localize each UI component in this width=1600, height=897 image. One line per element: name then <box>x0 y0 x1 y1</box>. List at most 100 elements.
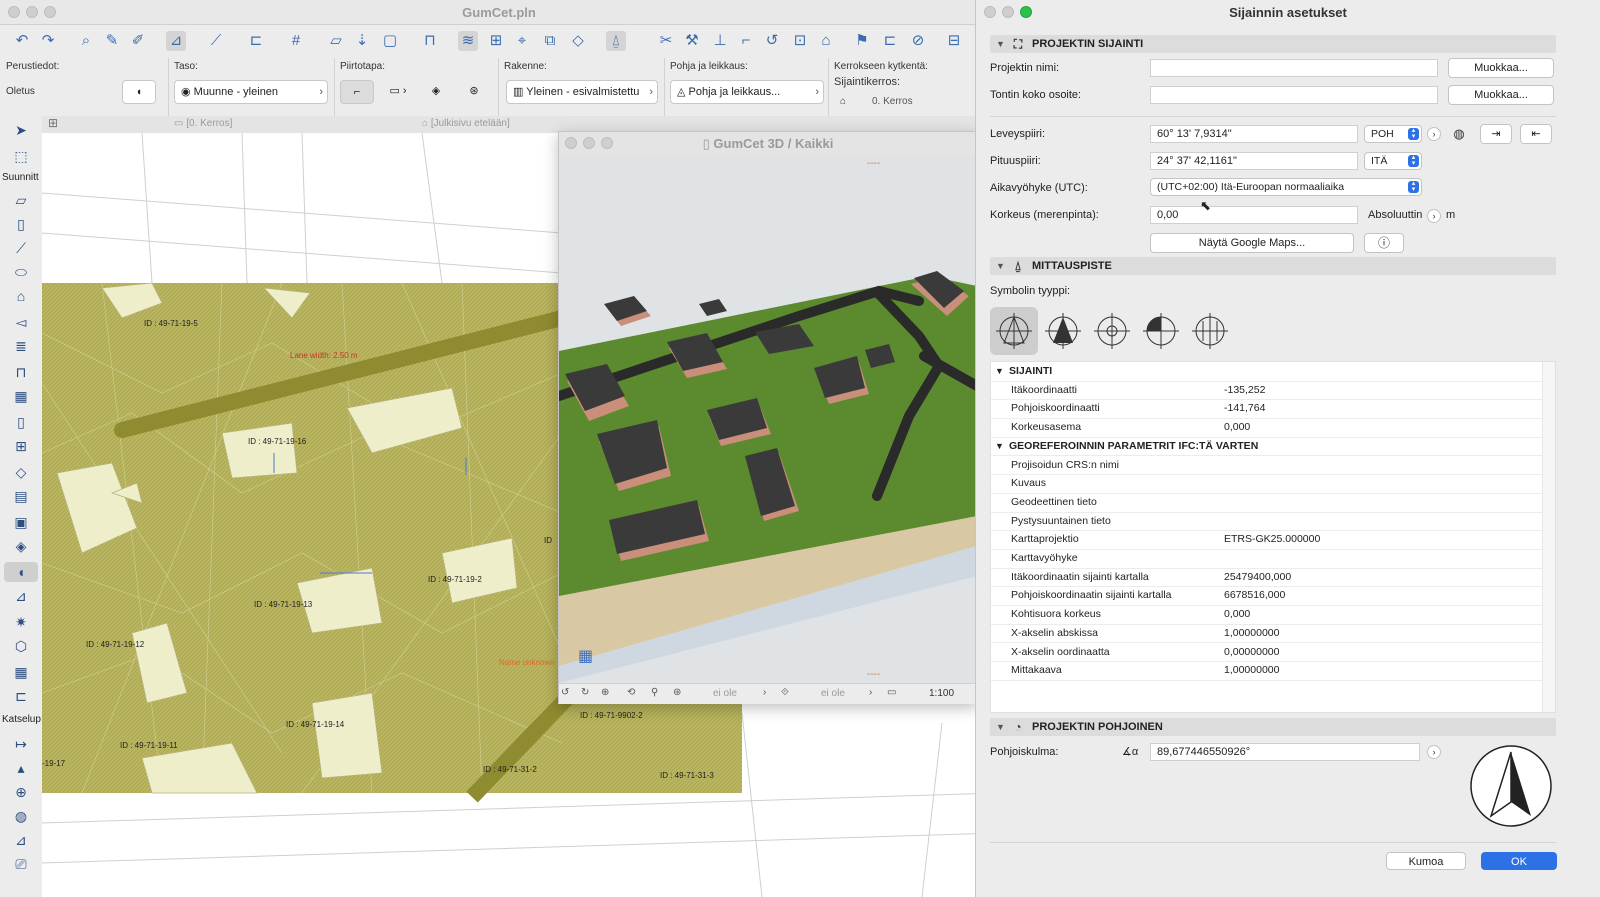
ruler-icon[interactable]: ▭ <box>887 687 896 698</box>
tab-floor-plan[interactable]: ▭ [0. Kerros] <box>174 118 232 129</box>
show-google-maps-button[interactable]: Näytä Google Maps... <box>1150 233 1354 253</box>
trace-icon[interactable]: ⌖ <box>512 31 532 51</box>
nav-selector-2[interactable]: ei ole <box>821 688 845 699</box>
marquee-tool-icon[interactable]: ⬚ <box>10 146 32 166</box>
mesh-tool-icon[interactable]: ◖ <box>4 562 38 582</box>
grid-element-icon[interactable]: ▦ <box>10 662 32 682</box>
property-row[interactable]: Itäkoordinaatin sijainti kartalla 2547940… <box>991 568 1543 588</box>
layer-combination-icon[interactable]: ⟐ <box>781 687 789 698</box>
property-row[interactable]: Pystysuuntainen tieto <box>991 512 1543 532</box>
undo-icon[interactable]: ↶ <box>12 31 32 51</box>
edit-project-name-button[interactable]: Muokkaa... <box>1448 58 1554 78</box>
property-row[interactable]: Kohtisuora korkeus 0,000 <box>991 605 1543 625</box>
level-dimension-icon[interactable]: ▴ <box>10 758 32 778</box>
roof-icon[interactable]: ⌂ <box>816 31 836 51</box>
issue-icon[interactable]: ⊏ <box>880 31 900 51</box>
site-address-field[interactable] <box>1150 86 1438 104</box>
property-row[interactable]: Itäkoordinaatti -135,252 <box>991 381 1543 401</box>
teamwork-icon[interactable]: ⊘ <box>908 31 928 51</box>
north-angle-field[interactable]: 89,677446550926° <box>1150 743 1420 761</box>
favorites-button[interactable]: ◖ <box>122 80 156 104</box>
grid-snap-icon[interactable]: # <box>286 31 306 51</box>
floor-plan-button[interactable]: ◬ Pohja ja leikkaus... › <box>670 80 824 104</box>
mesh-ridges-button[interactable]: ⊛ <box>462 80 486 104</box>
gravity-icon[interactable]: ⊏ <box>246 31 266 51</box>
wall-tool-icon[interactable]: ▱ <box>10 190 32 210</box>
orbit-icon[interactable]: ⟲ <box>627 687 635 698</box>
drawing-tool-icon[interactable]: ⊿ <box>10 830 32 850</box>
beam-tool-icon[interactable]: ⟋ <box>10 238 32 258</box>
rotate-right-icon[interactable]: ↻ <box>581 687 589 698</box>
property-row[interactable]: Karttaprojektio ETRS-GK25.000000 <box>991 530 1543 550</box>
property-value[interactable]: -141,764 <box>1224 399 1265 417</box>
longitude-direction-select[interactable]: ITÄ ▴ ▾ <box>1364 152 1422 170</box>
railing-tool-icon[interactable]: ⊓ <box>10 362 32 382</box>
property-row[interactable]: Pohjoiskoordinaatti -141,764 <box>991 399 1543 420</box>
property-value[interactable]: ETRS-GK25.000000 <box>1224 530 1320 548</box>
property-value[interactable]: 0,00000000 <box>1224 643 1279 661</box>
property-row[interactable]: X-akselin abskissa 1,00000000 <box>991 624 1543 644</box>
property-value[interactable]: 1,00000000 <box>1224 661 1279 679</box>
altitude-field[interactable]: 0,00 <box>1150 206 1358 224</box>
property-row[interactable]: Karttavyöhyke <box>991 549 1543 569</box>
symbol-type-4-button[interactable] <box>1137 307 1185 355</box>
property-value[interactable]: 25479400,000 <box>1224 568 1291 586</box>
zoom-fit-icon[interactable]: ⊛ <box>673 687 681 698</box>
lock-icon[interactable]: ⊓ <box>420 31 440 51</box>
model-view-icon[interactable]: ⊟ <box>944 31 964 51</box>
viewport-3d[interactable]: ▦ ---- ---- <box>559 156 977 683</box>
edit-address-button[interactable]: Muokkaa... <box>1448 85 1554 105</box>
cancel-button[interactable]: Kumoa <box>1386 852 1466 870</box>
survey-point-icon[interactable]: ⍙ <box>606 31 626 51</box>
curtain-wall-tool-icon[interactable]: ▦ <box>10 386 32 406</box>
import-location-button[interactable]: ⇥ <box>1480 124 1512 144</box>
info-icon[interactable]: ⓘ <box>1364 233 1404 253</box>
stair-tool-icon[interactable]: ≣ <box>10 336 32 356</box>
property-row[interactable]: Kuvaus <box>991 474 1543 494</box>
section-project-north[interactable]: ▼ ◔ PROJEKTIN POHJOINEN <box>990 718 1556 736</box>
home-story-value[interactable]: 0. Kerros <box>872 96 913 107</box>
property-group[interactable]: ▼ SIJAINTI <box>991 362 1543 382</box>
suspend-groups-icon[interactable]: ▱ <box>326 31 346 51</box>
tab-overview-icon[interactable]: ⊞ <box>48 116 58 130</box>
chevron-right-icon[interactable]: › <box>1427 209 1441 223</box>
ok-button[interactable]: OK <box>1481 852 1557 870</box>
structure-selector[interactable]: ▥ Yleinen - esivalmistettu › <box>506 80 658 104</box>
door-tool-icon[interactable]: ▯ <box>10 412 32 432</box>
snap-guides-icon[interactable]: ⊿ <box>166 31 186 51</box>
property-row[interactable]: Pohjoiskoordinaatin sijainti kartalla 667… <box>991 586 1543 607</box>
adjust-icon[interactable]: ⚒ <box>682 31 702 51</box>
symbol-type-1-button[interactable] <box>990 307 1038 355</box>
split-icon[interactable]: ✂ <box>656 31 676 51</box>
scale-value[interactable]: 1:100 <box>929 688 954 699</box>
nav-selector-1[interactable]: ei ole <box>713 688 737 699</box>
property-value[interactable]: 0,000 <box>1224 605 1250 623</box>
slab-tool-icon[interactable]: ⬭ <box>10 262 32 282</box>
zone-tool-icon[interactable]: ▣ <box>10 512 32 532</box>
project-name-field[interactable] <box>1150 59 1438 77</box>
window-tool-icon[interactable]: ⊞ <box>10 436 32 456</box>
lamp-tool-icon[interactable]: ✷ <box>10 612 32 632</box>
section-tool-icon[interactable]: ⊕ <box>10 782 32 802</box>
chevron-right-icon[interactable]: › <box>1427 745 1441 759</box>
arrow-tool-icon[interactable]: ➤ <box>10 120 32 140</box>
library-part-icon[interactable]: ⊏ <box>10 686 32 706</box>
timezone-select[interactable]: (UTC+02:00) Itä-Euroopan normaaliaika ▴ ▾ <box>1150 178 1422 196</box>
roof-tool-icon[interactable]: ⌂ <box>10 286 32 306</box>
guide-lines-icon[interactable]: ⟋ <box>206 31 226 51</box>
polyline-method-button[interactable]: ⌐ <box>340 80 374 104</box>
mesh-structure-button[interactable]: ◈ <box>424 80 448 104</box>
skylight-tool-icon[interactable]: ◇ <box>10 462 32 482</box>
cursor-snap-icon[interactable]: ⇣ <box>352 31 372 51</box>
find-select-icon[interactable]: ⌕ <box>76 31 96 51</box>
stair-object-icon[interactable]: ⊿ <box>10 586 32 606</box>
latitude-direction-select[interactable]: POH ▴ ▾ <box>1364 125 1422 143</box>
property-group[interactable]: ▼ GEOREFEROINNIN PARAMETRIT IFC:TÄ VARTEN <box>991 437 1543 457</box>
pick-up-parameters-icon[interactable]: ✎ <box>102 31 122 51</box>
column-tool-icon[interactable]: ▯ <box>10 214 32 234</box>
export-location-button[interactable]: ⇤ <box>1520 124 1552 144</box>
section-survey-point[interactable]: ▼ ⍙ MITTAUSPISTE <box>990 257 1556 275</box>
property-value[interactable]: 1,00000000 <box>1224 624 1279 642</box>
latitude-field[interactable]: 60° 13' 7,9314" <box>1150 125 1358 143</box>
fillet-icon[interactable]: ⌐ <box>736 31 756 51</box>
